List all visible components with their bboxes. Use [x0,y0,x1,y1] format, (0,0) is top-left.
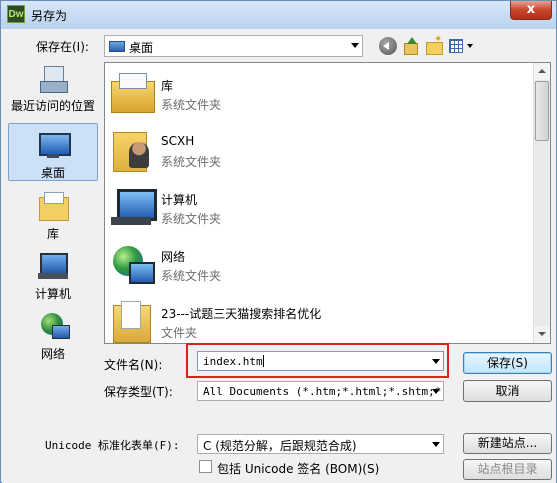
desktop-icon [109,41,125,52]
place-recent[interactable]: 最近访问的位置 [8,63,98,119]
item-type: 系统文件夹 [161,212,222,226]
computer-icon [36,251,70,283]
bom-checkbox[interactable] [199,460,212,473]
list-item[interactable]: 计算机 系统文件夹 [105,179,535,235]
chevron-down-icon[interactable] [351,43,359,48]
filename-label: 文件名(N): [104,358,163,372]
list-item[interactable]: 库 系统文件夹 [105,65,535,121]
place-label: 库 [46,227,59,241]
scroll-thumb[interactable] [535,81,549,141]
dreamweaver-logo-icon: Dw [7,5,25,23]
chevron-down-icon[interactable] [432,389,440,394]
item-type: 系统文件夹 [161,155,222,169]
folder-icon [109,299,155,343]
up-folder-icon[interactable] [402,37,420,55]
chevron-down-icon[interactable] [432,442,440,447]
place-library[interactable]: 库 [8,191,98,241]
recent-places-icon [36,63,70,95]
place-label: 网络 [40,347,65,361]
places-bar: 最近访问的位置 桌面 库 计算机 网络 [8,61,100,369]
new-folder-icon[interactable] [425,34,443,55]
save-in-label: 保存在(I): [36,40,89,54]
computer-icon [109,185,157,229]
new-site-button[interactable]: 新建站点... [463,433,552,454]
close-button[interactable]: x [510,1,552,20]
network-icon [36,311,70,343]
window-title: 另存为 [31,9,68,23]
view-menu-icon[interactable] [449,39,463,53]
site-root-button[interactable]: 站点根目录 [463,459,552,480]
title-bar: Dw 另存为 x [1,1,556,29]
place-label: 桌面 [40,166,65,180]
desktop-icon [36,130,71,162]
filetype-label: 保存类型(T): [104,385,173,399]
annotation-highlight-box [186,343,449,378]
item-type: 系统文件夹 [161,98,222,112]
save-button[interactable]: 保存(S) [463,352,552,374]
vertical-scrollbar[interactable] [533,63,550,343]
unicode-normalization-dropdown[interactable]: C (规范分解，后跟规范合成) [197,434,444,454]
bom-checkbox-label[interactable]: 包括 Unicode 签名 (BOM)(S) [217,460,379,477]
item-name: 库 [161,79,174,93]
cancel-button[interactable]: 取消 [463,380,552,402]
scroll-down-icon[interactable] [534,326,550,343]
file-list: 库 系统文件夹 SCXH 系统文件夹 计算机 系统文件夹 网络 系统文件夹 23… [104,62,551,344]
item-name: SCXH [161,134,195,148]
save-as-dialog: Dw 另存为 x 保存在(I): 桌面 最近访问的位置 桌面 库 计算机 [0,0,557,483]
item-type: 文件夹 [161,326,198,340]
item-type: 系统文件夹 [161,269,222,283]
library-folder-icon [109,71,155,115]
item-name: 网络 [161,250,186,264]
back-icon[interactable] [379,37,397,55]
place-network[interactable]: 网络 [8,311,98,361]
place-computer[interactable]: 计算机 [8,251,98,301]
item-name: 计算机 [161,193,198,207]
unicode-normalization-value: C (规范分解，后跟规范合成) [203,439,357,453]
place-label: 计算机 [34,287,71,301]
library-icon [36,191,70,223]
list-item[interactable]: 网络 系统文件夹 [105,236,535,292]
list-item[interactable]: 23---试题三天猫搜索排名优化 文件夹 [105,293,535,343]
user-folder-icon [109,128,155,172]
list-item[interactable]: SCXH 系统文件夹 [105,122,535,178]
view-menu-chevron-icon[interactable] [467,44,473,48]
filetype-dropdown[interactable]: All Documents (*.htm;*.html;*.shtm;*. [197,381,444,401]
scroll-up-icon[interactable] [534,63,550,80]
save-in-dropdown[interactable]: 桌面 [104,35,363,57]
unicode-normalization-label: Unicode 标准化表单(F): [45,439,180,452]
place-desktop[interactable]: 桌面 [8,123,98,181]
place-label: 最近访问的位置 [10,99,95,113]
save-in-value: 桌面 [129,41,154,55]
network-icon [109,242,155,286]
item-name: 23---试题三天猫搜索排名优化 [161,307,322,321]
filetype-value: All Documents (*.htm;*.html;*.shtm;*. [203,385,444,398]
